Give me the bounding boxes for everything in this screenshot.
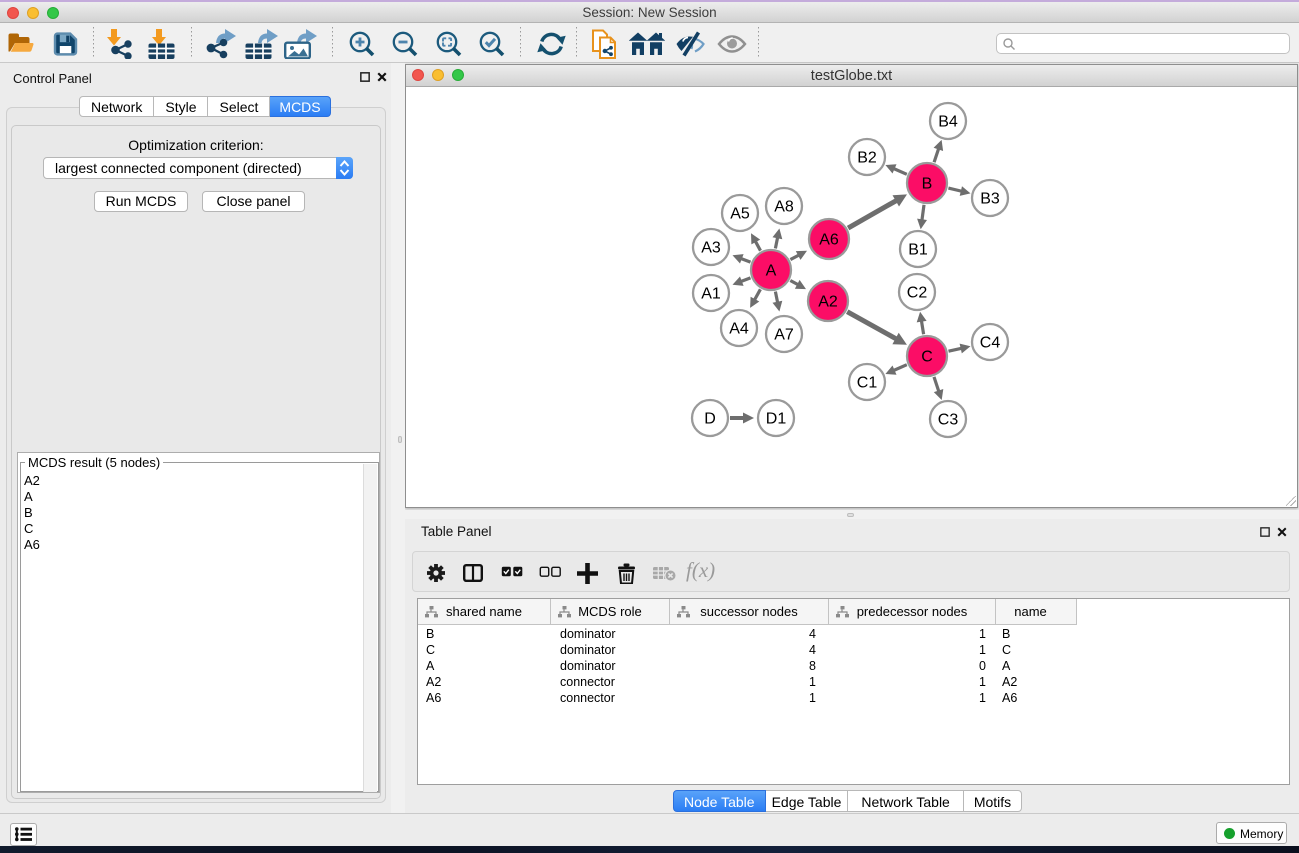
svg-text:B4: B4: [938, 114, 958, 131]
svg-text:D: D: [704, 411, 716, 428]
svg-text:C2: C2: [907, 285, 928, 302]
svg-text:A8: A8: [774, 199, 794, 216]
svg-text:B: B: [922, 176, 933, 193]
svg-text:A4: A4: [729, 321, 749, 338]
svg-text:A5: A5: [730, 206, 750, 223]
svg-text:A3: A3: [701, 240, 721, 257]
svg-text:A: A: [766, 263, 777, 280]
svg-text:C: C: [921, 349, 933, 366]
svg-text:B2: B2: [857, 150, 877, 167]
svg-text:B1: B1: [908, 242, 928, 259]
svg-text:B3: B3: [980, 191, 1000, 208]
svg-text:C1: C1: [857, 375, 878, 392]
svg-text:A6: A6: [819, 232, 839, 249]
svg-text:C3: C3: [938, 412, 959, 429]
svg-text:C4: C4: [980, 335, 1001, 352]
svg-text:D1: D1: [766, 411, 787, 428]
svg-text:A2: A2: [818, 294, 838, 311]
svg-text:A7: A7: [774, 327, 794, 344]
svg-text:A1: A1: [701, 286, 721, 303]
